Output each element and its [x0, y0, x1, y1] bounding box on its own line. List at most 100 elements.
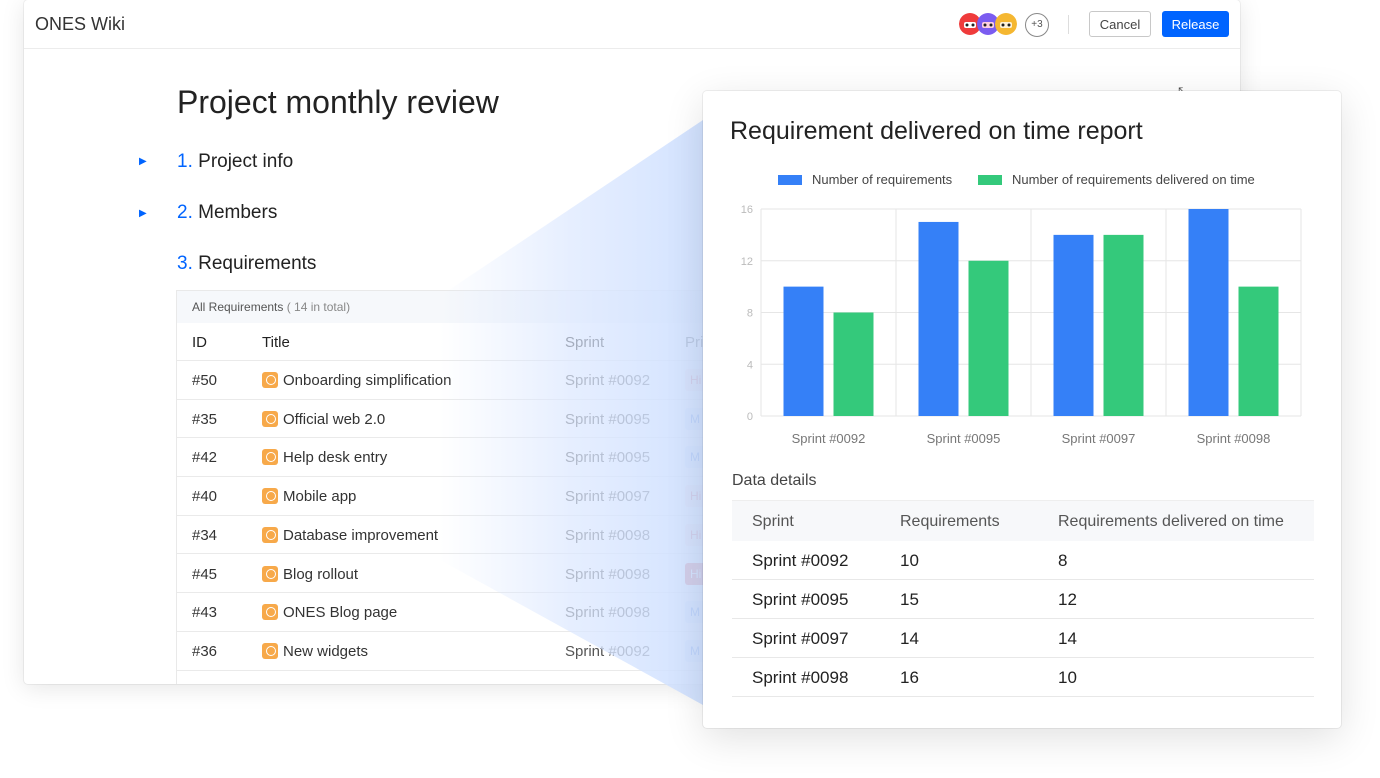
col-priority[interactable]: Pri [685, 334, 703, 351]
section-label: Requirements [198, 253, 317, 274]
release-button[interactable]: Release [1162, 11, 1229, 37]
x-tick-label: Sprint #0097 [1062, 431, 1136, 446]
cell-requirements: 14 [900, 629, 919, 648]
cell-delivered-on-time: 12 [1058, 590, 1077, 609]
data-details-header: Sprint Requirements Requirements deliver… [732, 500, 1314, 541]
cell-sprint: Sprint #0092 [752, 551, 849, 570]
caret-right-icon[interactable]: ▶ [139, 156, 147, 167]
table-row[interactable]: #35 Official web 2.0 Sprint #0095 M [177, 400, 735, 439]
table-row: Sprint #0095 15 12 [732, 580, 1314, 619]
cell-sprint: Sprint #0098 [565, 604, 651, 622]
bar [783, 286, 824, 416]
cell-sprint: Sprint #0095 [565, 410, 651, 428]
report-title: Requirement delivered on time report [730, 117, 1143, 145]
cell-delivered-on-time: 14 [1058, 629, 1077, 648]
cell-title[interactable]: ONES Blog page [283, 604, 397, 621]
legend-label: Number of requirements delivered on time [1012, 172, 1255, 187]
app-title: ONES Wiki [35, 14, 125, 34]
cell-requirements: 15 [900, 590, 919, 609]
page-title: Project monthly review [177, 84, 499, 120]
table-row[interactable]: #42 Help desk entry Sprint #0095 M [177, 438, 735, 478]
cell-title[interactable]: Official web 2.0 [283, 411, 385, 428]
cancel-button[interactable]: Cancel [1089, 11, 1151, 37]
cell-id: #35 [192, 410, 218, 428]
y-tick-label: 0 [747, 411, 753, 423]
cell-delivered-on-time: 10 [1058, 668, 1077, 687]
col-title[interactable]: Title [262, 334, 290, 351]
requirement-icon [262, 565, 278, 582]
requirement-icon [262, 642, 278, 659]
requirement-icon [262, 449, 278, 466]
section-number: 1. [177, 151, 193, 172]
cell-sprint: Sprint #0098 [565, 526, 651, 544]
y-tick-label: 4 [747, 359, 753, 371]
cell-sprint: Sprint #0098 [565, 565, 651, 583]
table-count: ( 14 in total) [286, 300, 351, 314]
col-requirements: Requirements [900, 513, 1000, 530]
more-avatars-badge[interactable]: +3 [1025, 13, 1049, 37]
cell-title[interactable]: New widgets [283, 643, 368, 660]
avatar[interactable] [995, 12, 1017, 36]
table-row[interactable]: #40 Mobile app Sprint #0097 Hi [177, 477, 735, 516]
table-row: Sprint #0097 14 14 [732, 619, 1314, 658]
bar [918, 221, 959, 416]
report-card: Requirement delivered on time report Num… [703, 91, 1341, 728]
cell-sprint: Sprint #0097 [752, 629, 849, 648]
requirement-icon [262, 372, 278, 388]
bar [1103, 234, 1144, 416]
cell-sprint: Sprint #0097 [565, 488, 651, 506]
table-header: ID Title Sprint Pri [177, 323, 735, 361]
cell-title[interactable]: Database improvement [283, 527, 438, 544]
section-members[interactable]: 2. Members [177, 202, 277, 224]
table-row[interactable]: #43 ONES Blog page Sprint #0098 M [177, 593, 735, 632]
col-id[interactable]: ID [192, 334, 207, 351]
legend-label: Number of requirements [812, 172, 953, 187]
y-tick-label: 8 [747, 308, 753, 320]
cell-id: #45 [192, 565, 218, 583]
bar [1238, 286, 1279, 416]
x-tick-label: Sprint #0092 [792, 431, 866, 446]
cell-title[interactable]: Blog rollout [283, 566, 358, 583]
cell-title[interactable]: Help desk entry [283, 449, 387, 466]
cell-delivered-on-time: 8 [1058, 551, 1068, 570]
col-sprint[interactable]: Sprint [565, 334, 604, 351]
data-details-table: Sprint Requirements Requirements deliver… [732, 500, 1314, 697]
section-number: 2. [177, 202, 193, 223]
y-tick-label: 16 [741, 204, 753, 216]
section-requirements[interactable]: 3. Requirements [177, 253, 316, 275]
cell-id: #40 [192, 488, 218, 506]
cell-title[interactable]: Mobile app [283, 488, 356, 505]
legend-swatch [778, 175, 802, 185]
cell-title[interactable]: Onboarding simplification [283, 372, 451, 389]
table-row[interactable]: #36 New widgets Sprint #0092 M [177, 632, 735, 671]
table-caption: All Requirements ( 14 in total) [177, 291, 735, 323]
cell-sprint: Sprint #0095 [752, 590, 849, 609]
requirement-icon [262, 526, 278, 543]
data-details-title: Data details [732, 472, 817, 489]
table-row[interactable]: #50 Onboarding simplification Sprint #0092… [177, 361, 735, 400]
cell-requirements: 10 [900, 551, 919, 570]
cell-sprint: Sprint #0098 [752, 668, 849, 687]
cell-sprint: Sprint #0092 [565, 642, 651, 660]
data-details-body: Sprint #0092 10 8 Sprint #0095 15 12 Sprint #0… [732, 541, 1314, 697]
caret-right-icon[interactable]: ▶ [139, 208, 147, 219]
cell-sprint: Sprint #0092 [565, 372, 651, 389]
bar [833, 312, 874, 416]
cell-id: #36 [192, 642, 218, 660]
section-project-info[interactable]: 1. Project info [177, 151, 293, 173]
section-label: Project info [198, 151, 294, 172]
table-row[interactable]: #34 Database improvement Sprint #0098 Hi [177, 516, 735, 555]
page: ONES Wiki +3 Cancel Release ⤡ Project mo… [0, 0, 1380, 778]
bar [1188, 209, 1229, 416]
bar [968, 260, 1009, 416]
cell-sprint: Sprint #0095 [565, 449, 651, 467]
legend-swatch [978, 175, 1002, 185]
bar-chart: 0 4 8 12 16 Sprint #0092 Sprint #0095 Sprint #0… [741, 204, 1302, 446]
bar [1053, 234, 1094, 416]
requirement-icon [262, 604, 278, 621]
table-row[interactable]: #45 Blog rollout Sprint #0098 Hi [177, 555, 735, 594]
col-sprint: Sprint [752, 513, 794, 530]
section-number: 3. [177, 253, 193, 274]
y-tick-label: 12 [741, 256, 753, 268]
cell-id: #34 [192, 526, 218, 544]
